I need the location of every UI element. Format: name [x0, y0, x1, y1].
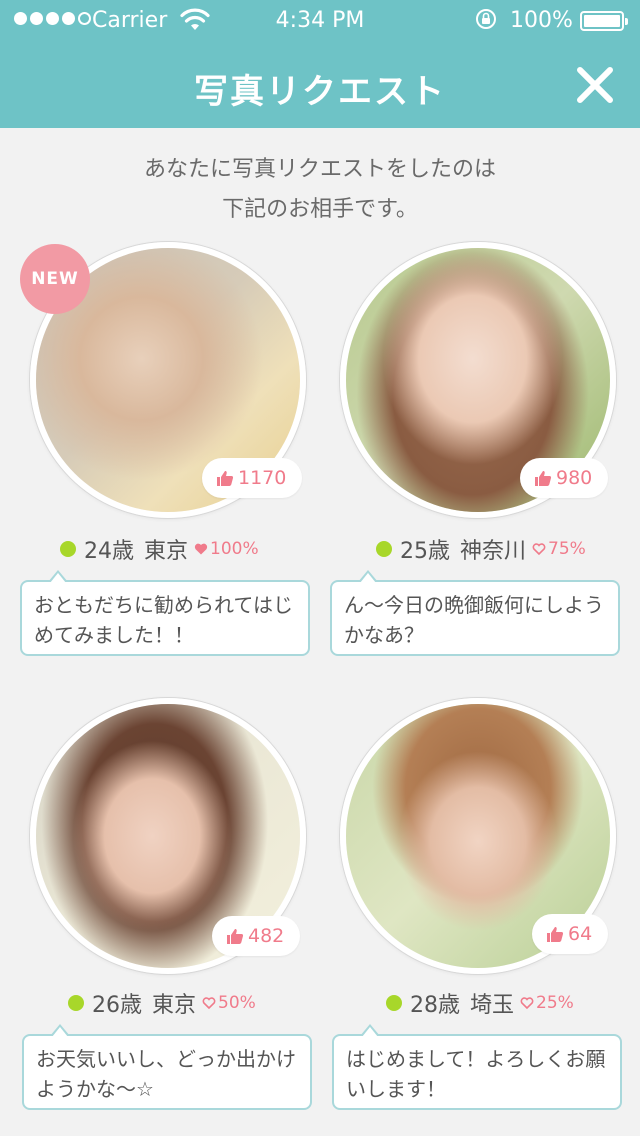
status-bar: Carrier 4:34 PM 100% [0, 0, 640, 40]
like-count: 482 [212, 916, 301, 956]
navigation-bar: 写真リクエスト [0, 40, 640, 128]
match-rate: 75% [532, 539, 586, 559]
like-count-value: 1170 [238, 467, 287, 489]
match-rate-value: 25% [536, 993, 574, 1013]
like-count: 64 [532, 914, 609, 954]
profile-meta: 26歳 東京 50% [68, 988, 256, 1018]
new-badge: NEW [20, 244, 90, 314]
close-button[interactable] [570, 60, 620, 110]
thumbs-up-icon [535, 471, 552, 486]
online-status-dot [60, 541, 76, 557]
heart-outline-icon [202, 997, 216, 1010]
intro-text: あなたに写真リクエストをしたのは 下記のお相手です。 [0, 150, 640, 230]
match-rate: 100% [194, 539, 259, 559]
profile-meta: 24歳 東京 100% [60, 534, 259, 564]
like-count: 1170 [202, 458, 303, 498]
profile-card[interactable]: 64 28歳 埼玉 25% はじめまして！よろしくお願いします！ [332, 698, 636, 1136]
battery-percentage: 100% [510, 8, 573, 33]
online-status-dot [386, 995, 402, 1011]
message-bubble: はじめまして！よろしくお願いします！ [332, 1024, 622, 1110]
message-bubble: おともだちに勧められてはじめてみました！！ [20, 570, 310, 656]
message-bubble: ん〜今日の晩御飯何にしようかなあ？ [330, 570, 620, 656]
profile-meta: 28歳 埼玉 25% [386, 988, 574, 1018]
thumbs-up-icon [217, 471, 234, 486]
profile-area: 東京 [144, 539, 189, 564]
rotation-lock-icon [476, 9, 496, 29]
battery-icon [580, 11, 628, 31]
message-bubble: お天気いいし、どっか出かけようかな〜☆ [22, 1024, 312, 1110]
match-rate: 25% [520, 993, 574, 1013]
heart-outline-icon [532, 543, 546, 556]
profile-meta: 25歳 神奈川 75% [376, 534, 586, 564]
profile-age: 26歳 [92, 993, 142, 1018]
match-rate-value: 100% [210, 539, 259, 559]
thumbs-up-icon [227, 929, 244, 944]
thumbs-up-icon [547, 927, 564, 942]
profile-age: 25歳 [400, 539, 450, 564]
profile-age: 28歳 [410, 993, 460, 1018]
match-rate-value: 75% [548, 539, 586, 559]
online-status-dot [376, 541, 392, 557]
profile-card[interactable]: NEW 1170 24歳 東京 100% おともだちに勧められてはじめてみました… [20, 242, 326, 682]
like-count-value: 482 [248, 925, 285, 947]
match-rate: 50% [202, 993, 256, 1013]
page-title: 写真リクエスト [194, 72, 446, 112]
intro-line-1: あなたに写真リクエストをしたのは [143, 157, 496, 182]
heart-outline-icon [520, 997, 534, 1010]
profile-card[interactable]: 482 26歳 東京 50% お天気いいし、どっか出かけようかな〜☆ [22, 698, 328, 1136]
profile-age: 24歳 [84, 539, 134, 564]
like-count-value: 980 [556, 467, 593, 489]
match-rate-value: 50% [218, 993, 256, 1013]
profile-area: 埼玉 [470, 993, 515, 1018]
close-icon [577, 67, 613, 103]
heart-icon [194, 543, 208, 555]
like-count: 980 [520, 458, 609, 498]
profile-card[interactable]: 980 25歳 神奈川 75% ん〜今日の晩御飯何にしようかなあ？ [330, 242, 636, 682]
online-status-dot [68, 995, 84, 1011]
profile-area: 神奈川 [460, 539, 527, 564]
intro-line-2: 下記のお相手です。 [222, 197, 418, 222]
profile-area: 東京 [152, 993, 197, 1018]
like-count-value: 64 [568, 923, 593, 945]
